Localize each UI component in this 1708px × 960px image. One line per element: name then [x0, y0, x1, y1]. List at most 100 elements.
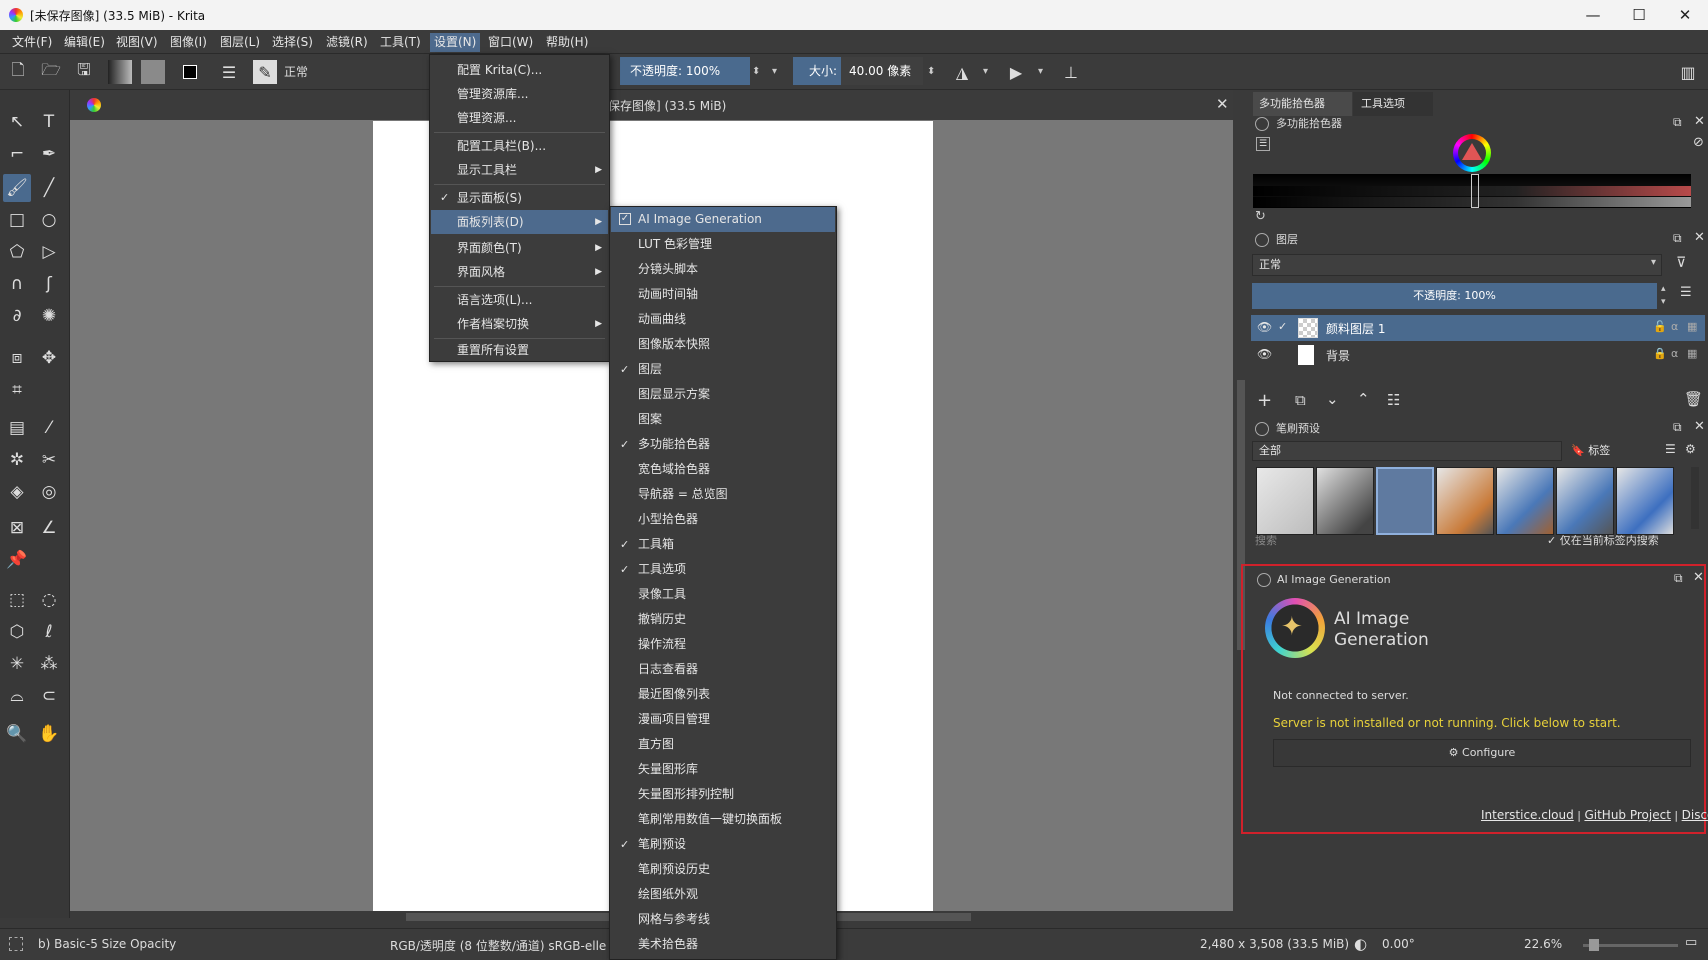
menu-layer[interactable]: 图层(L)	[216, 33, 264, 52]
move-tool-icon[interactable]: ✥	[35, 344, 63, 372]
measure-tool-icon[interactable]: ∠	[35, 514, 63, 542]
docker-item[interactable]: 撤销历史	[611, 607, 835, 632]
float-brush-presets-icon[interactable]: ⧉	[1673, 420, 1682, 435]
float-color-selector-icon[interactable]: ⧉	[1673, 115, 1682, 130]
brush-preset-swatch[interactable]	[1436, 467, 1494, 535]
docker-item[interactable]: 动画曲线	[611, 307, 835, 332]
menu-item-styles[interactable]: 界面风格 ▶	[431, 260, 608, 284]
layer-blend-mode-select[interactable]: 正常	[1252, 254, 1662, 276]
document-tab-title[interactable]: 保存图像] (33.5 MiB)	[608, 97, 726, 114]
interstice-link[interactable]: Interstice.cloud	[1481, 808, 1574, 822]
blend-mode-select[interactable]: 正常	[284, 62, 429, 82]
close-brush-presets-icon[interactable]: ✕	[1694, 419, 1705, 434]
zoom-slider-handle[interactable]	[1589, 939, 1599, 951]
freehand-brush-tool-icon[interactable]: 🖌	[3, 174, 31, 202]
layer-alpha-lock-icon[interactable]: α	[1671, 347, 1678, 360]
layer-visibility-eye-icon[interactable]: 👁	[1257, 320, 1272, 334]
close-layers-icon[interactable]: ✕	[1694, 230, 1705, 245]
rectangular-selection-tool-icon[interactable]: ⬚	[3, 586, 31, 614]
new-document-icon[interactable]: 🗋	[6, 60, 30, 84]
brush-settings-icon[interactable]: ☰	[217, 60, 241, 84]
menu-tools[interactable]: 工具(T)	[376, 33, 425, 52]
brush-presets-scrollbar[interactable]	[1691, 467, 1699, 529]
docker-item[interactable]: 小型拾色器	[611, 507, 835, 532]
brush-preset-swatch[interactable]	[1256, 467, 1314, 535]
menu-item-show-dockers[interactable]: ✓ 显示面板(S)	[431, 186, 608, 210]
docker-item[interactable]: 直方图	[611, 732, 835, 757]
color-history-refresh-icon[interactable]: ↻	[1255, 209, 1266, 224]
maximize-button[interactable]: ☐	[1616, 0, 1662, 30]
colorize-mask-tool-icon[interactable]: ✲	[3, 446, 31, 474]
polygon-tool-icon[interactable]: ⬠	[3, 238, 31, 266]
ai-panel-lock-icon[interactable]	[1257, 573, 1271, 587]
layer-inherit-alpha-icon[interactable]: ▦	[1687, 347, 1697, 360]
open-document-icon[interactable]: 🗁	[39, 60, 63, 84]
workspace-chooser-icon[interactable]: ▥	[1676, 60, 1700, 84]
menu-item-manage-bundles[interactable]: 管理资源库...	[431, 82, 608, 106]
menu-item-dockers-list[interactable]: 面板列表(D) ▶	[431, 210, 608, 234]
polyline-tool-icon[interactable]: ▷	[35, 238, 63, 266]
brush-tag-filter-select[interactable]: 全部	[1252, 441, 1562, 461]
smart-patch-tool-icon[interactable]: ✂	[35, 446, 63, 474]
color-selector-lock-icon[interactable]	[1255, 117, 1269, 131]
mirror-vertical-icon[interactable]: ▶	[1004, 60, 1028, 84]
layer-inherit-alpha-icon[interactable]: ▦	[1687, 320, 1697, 333]
layers-lock-icon[interactable]	[1255, 233, 1269, 247]
color-shade-strips[interactable]	[1253, 174, 1691, 208]
opacity-field[interactable]: 不透明度: 100%	[620, 57, 750, 85]
rectangle-tool-icon[interactable]: □	[3, 206, 31, 234]
reference-images-tool-icon[interactable]: 📌	[3, 546, 31, 574]
color-sampler-tool-icon[interactable]: ⁄	[35, 414, 63, 442]
dynamic-brush-tool-icon[interactable]: ∂	[3, 302, 31, 330]
menu-item-themes[interactable]: 界面颜色(T) ▶	[431, 236, 608, 260]
bezier-tool-icon[interactable]: ∩	[3, 270, 31, 298]
layer-row-paint[interactable]: 👁 ✓ 颜料图层 1 🔓 α ▦	[1251, 315, 1705, 341]
docker-item[interactable]: 矢量图形库	[611, 757, 835, 782]
layer-lock-icon[interactable]: 🔒	[1653, 347, 1667, 360]
size-spin-icon[interactable]: ⬍	[927, 62, 939, 82]
docker-item[interactable]: LUT 色彩管理	[611, 232, 835, 257]
docker-item[interactable]: 绘图纸外观	[611, 882, 835, 907]
minimize-button[interactable]: —	[1570, 0, 1616, 30]
move-layer-down-icon[interactable]: ⌄	[1326, 390, 1339, 408]
docker-item[interactable]: 分镜头脚本	[611, 257, 835, 282]
similar-color-selection-tool-icon[interactable]: ⁂	[35, 650, 63, 678]
docker-item[interactable]: 动画时间轴	[611, 282, 835, 307]
move-layer-up-icon[interactable]: ⌃	[1357, 390, 1370, 408]
brush-list-view-icon[interactable]: ☰	[1665, 442, 1676, 456]
crop-tool-icon[interactable]: ⌗	[3, 376, 31, 404]
menu-image[interactable]: 图像(I)	[166, 33, 211, 52]
layer-filter-icon[interactable]: ⊽	[1676, 255, 1686, 271]
menu-view[interactable]: 视图(V)	[112, 33, 162, 52]
docker-item[interactable]: 矢量图形排列控制	[611, 782, 835, 807]
docker-item[interactable]: 最近图像列表	[611, 682, 835, 707]
docker-item[interactable]: 图案	[611, 407, 835, 432]
layer-properties-icon[interactable]: ☷	[1387, 391, 1400, 409]
menu-item-language[interactable]: 语言选项(L)...	[431, 288, 608, 312]
zoom-tool-icon[interactable]: 🔍	[3, 720, 31, 748]
layer-opacity-slider[interactable]: 不透明度: 100%	[1252, 283, 1657, 309]
color-selector-reset-icon[interactable]: ⊘	[1693, 135, 1704, 150]
select-shapes-tool-icon[interactable]: ↖	[3, 108, 31, 136]
layer-visibility-eye-icon[interactable]: 👁	[1257, 347, 1272, 361]
close-ai-panel-icon[interactable]: ✕	[1693, 570, 1704, 585]
docker-item[interactable]: 笔刷预设历史	[611, 857, 835, 882]
docker-item[interactable]: 网格与参考线	[611, 907, 835, 932]
menu-item-author-profile[interactable]: 作者档案切换 ▶	[431, 312, 608, 336]
docker-item[interactable]: 操作流程	[611, 632, 835, 657]
text-tool-icon[interactable]: T	[35, 108, 63, 136]
docker-item[interactable]: 笔刷常用数值一键切换面板	[611, 807, 835, 832]
docker-item[interactable]: 日志查看器	[611, 657, 835, 682]
docker-item[interactable]: ✓ 笔刷预设	[611, 832, 835, 857]
layer-opacity-spin-icon[interactable]: ▴ ▾	[1661, 283, 1666, 309]
menu-item-show-toolbar[interactable]: 显示工具栏 ▶	[431, 158, 608, 182]
discord-link[interactable]: Discord	[1682, 808, 1708, 822]
brush-presets-lock-icon[interactable]	[1255, 422, 1269, 436]
docker-item[interactable]: 漫画项目管理	[611, 707, 835, 732]
color-wheel[interactable]	[1453, 134, 1491, 172]
brush-preset-swatch[interactable]	[1556, 467, 1614, 535]
assistant-tool-icon[interactable]: ⊠	[3, 514, 31, 542]
docker-item[interactable]: ✓ AI Image Generation	[611, 207, 835, 232]
selection-mode-icon[interactable]	[9, 937, 23, 951]
dock-tab-color-selector[interactable]: 多功能拾色器	[1253, 92, 1352, 116]
